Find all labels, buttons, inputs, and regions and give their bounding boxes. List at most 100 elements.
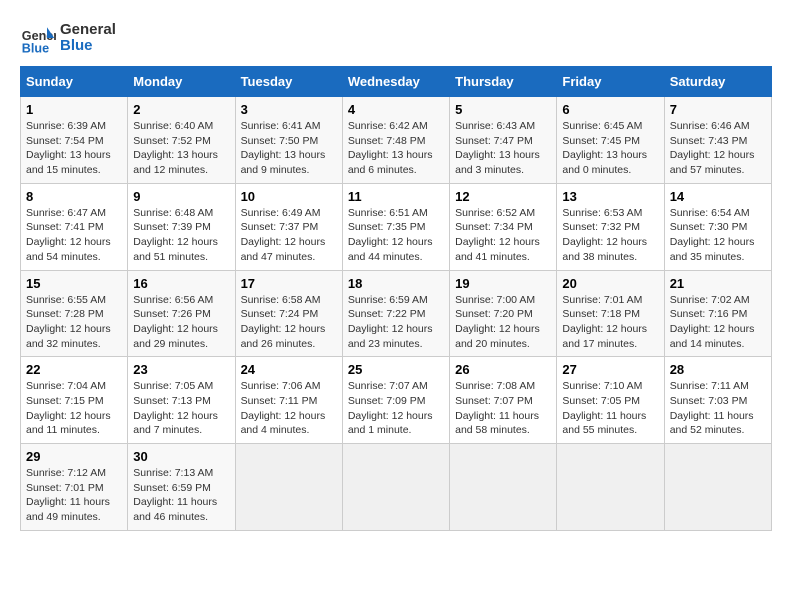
day-number: 18 [348,276,444,291]
day-number: 14 [670,189,766,204]
day-number: 28 [670,362,766,377]
calendar-cell: 8 Sunrise: 6:47 AMSunset: 7:41 PMDayligh… [21,183,128,270]
day-number: 3 [241,102,337,117]
day-info: Sunrise: 7:04 AMSunset: 7:15 PMDaylight:… [26,380,111,436]
calendar-cell: 11 Sunrise: 6:51 AMSunset: 7:35 PMDaylig… [342,183,449,270]
calendar-cell: 6 Sunrise: 6:45 AMSunset: 7:45 PMDayligh… [557,97,664,184]
day-info: Sunrise: 6:42 AMSunset: 7:48 PMDaylight:… [348,120,433,176]
calendar-table: SundayMondayTuesdayWednesdayThursdayFrid… [20,66,772,531]
day-number: 20 [562,276,658,291]
calendar-cell: 13 Sunrise: 6:53 AMSunset: 7:32 PMDaylig… [557,183,664,270]
day-info: Sunrise: 6:48 AMSunset: 7:39 PMDaylight:… [133,207,218,263]
day-info: Sunrise: 7:01 AMSunset: 7:18 PMDaylight:… [562,294,647,350]
day-info: Sunrise: 7:07 AMSunset: 7:09 PMDaylight:… [348,380,433,436]
day-info: Sunrise: 7:08 AMSunset: 7:07 PMDaylight:… [455,380,539,436]
logo-blue: Blue [60,38,116,55]
calendar-cell: 30 Sunrise: 7:13 AMSunset: 6:59 PMDaylig… [128,444,235,531]
day-info: Sunrise: 7:05 AMSunset: 7:13 PMDaylight:… [133,380,218,436]
calendar-cell: 9 Sunrise: 6:48 AMSunset: 7:39 PMDayligh… [128,183,235,270]
day-info: Sunrise: 6:51 AMSunset: 7:35 PMDaylight:… [348,207,433,263]
week-row-5: 29 Sunrise: 7:12 AMSunset: 7:01 PMDaylig… [21,444,772,531]
calendar-cell: 3 Sunrise: 6:41 AMSunset: 7:50 PMDayligh… [235,97,342,184]
day-info: Sunrise: 6:46 AMSunset: 7:43 PMDaylight:… [670,120,755,176]
calendar-cell: 18 Sunrise: 6:59 AMSunset: 7:22 PMDaylig… [342,270,449,357]
day-info: Sunrise: 6:41 AMSunset: 7:50 PMDaylight:… [241,120,326,176]
page-header: General Blue General Blue [20,20,772,56]
day-number: 22 [26,362,122,377]
calendar-cell: 23 Sunrise: 7:05 AMSunset: 7:13 PMDaylig… [128,357,235,444]
calendar-cell: 4 Sunrise: 6:42 AMSunset: 7:48 PMDayligh… [342,97,449,184]
day-number: 5 [455,102,551,117]
day-info: Sunrise: 6:49 AMSunset: 7:37 PMDaylight:… [241,207,326,263]
logo-icon: General Blue [20,20,56,56]
calendar-cell: 21 Sunrise: 7:02 AMSunset: 7:16 PMDaylig… [664,270,771,357]
calendar-cell: 15 Sunrise: 6:55 AMSunset: 7:28 PMDaylig… [21,270,128,357]
day-info: Sunrise: 6:53 AMSunset: 7:32 PMDaylight:… [562,207,647,263]
calendar-cell: 27 Sunrise: 7:10 AMSunset: 7:05 PMDaylig… [557,357,664,444]
calendar-cell: 17 Sunrise: 6:58 AMSunset: 7:24 PMDaylig… [235,270,342,357]
calendar-cell: 26 Sunrise: 7:08 AMSunset: 7:07 PMDaylig… [450,357,557,444]
day-number: 29 [26,449,122,464]
calendar-cell: 20 Sunrise: 7:01 AMSunset: 7:18 PMDaylig… [557,270,664,357]
day-info: Sunrise: 6:59 AMSunset: 7:22 PMDaylight:… [348,294,433,350]
day-number: 8 [26,189,122,204]
day-number: 27 [562,362,658,377]
calendar-cell: 25 Sunrise: 7:07 AMSunset: 7:09 PMDaylig… [342,357,449,444]
day-info: Sunrise: 6:39 AMSunset: 7:54 PMDaylight:… [26,120,111,176]
day-info: Sunrise: 6:40 AMSunset: 7:52 PMDaylight:… [133,120,218,176]
day-number: 1 [26,102,122,117]
weekday-header-friday: Friday [557,67,664,97]
week-row-3: 15 Sunrise: 6:55 AMSunset: 7:28 PMDaylig… [21,270,772,357]
calendar-cell: 16 Sunrise: 6:56 AMSunset: 7:26 PMDaylig… [128,270,235,357]
calendar-cell: 2 Sunrise: 6:40 AMSunset: 7:52 PMDayligh… [128,97,235,184]
day-info: Sunrise: 7:02 AMSunset: 7:16 PMDaylight:… [670,294,755,350]
week-row-2: 8 Sunrise: 6:47 AMSunset: 7:41 PMDayligh… [21,183,772,270]
weekday-header-wednesday: Wednesday [342,67,449,97]
day-number: 24 [241,362,337,377]
day-number: 19 [455,276,551,291]
weekday-header-thursday: Thursday [450,67,557,97]
calendar-cell: 7 Sunrise: 6:46 AMSunset: 7:43 PMDayligh… [664,97,771,184]
calendar-cell: 22 Sunrise: 7:04 AMSunset: 7:15 PMDaylig… [21,357,128,444]
day-number: 6 [562,102,658,117]
day-number: 9 [133,189,229,204]
day-number: 2 [133,102,229,117]
day-info: Sunrise: 6:47 AMSunset: 7:41 PMDaylight:… [26,207,111,263]
day-number: 10 [241,189,337,204]
day-info: Sunrise: 6:45 AMSunset: 7:45 PMDaylight:… [562,120,647,176]
day-info: Sunrise: 6:43 AMSunset: 7:47 PMDaylight:… [455,120,540,176]
calendar-cell: 12 Sunrise: 6:52 AMSunset: 7:34 PMDaylig… [450,183,557,270]
weekday-header-monday: Monday [128,67,235,97]
calendar-cell: 1 Sunrise: 6:39 AMSunset: 7:54 PMDayligh… [21,97,128,184]
calendar-cell [235,444,342,531]
day-info: Sunrise: 7:00 AMSunset: 7:20 PMDaylight:… [455,294,540,350]
day-number: 30 [133,449,229,464]
calendar-cell: 29 Sunrise: 7:12 AMSunset: 7:01 PMDaylig… [21,444,128,531]
day-info: Sunrise: 7:12 AMSunset: 7:01 PMDaylight:… [26,467,110,523]
day-info: Sunrise: 6:55 AMSunset: 7:28 PMDaylight:… [26,294,111,350]
day-number: 15 [26,276,122,291]
day-info: Sunrise: 7:06 AMSunset: 7:11 PMDaylight:… [241,380,326,436]
day-info: Sunrise: 6:52 AMSunset: 7:34 PMDaylight:… [455,207,540,263]
day-number: 25 [348,362,444,377]
calendar-cell: 19 Sunrise: 7:00 AMSunset: 7:20 PMDaylig… [450,270,557,357]
day-number: 23 [133,362,229,377]
calendar-cell [450,444,557,531]
week-row-1: 1 Sunrise: 6:39 AMSunset: 7:54 PMDayligh… [21,97,772,184]
logo: General Blue General Blue [20,20,116,56]
calendar-cell [557,444,664,531]
day-number: 12 [455,189,551,204]
day-info: Sunrise: 7:11 AMSunset: 7:03 PMDaylight:… [670,380,754,436]
calendar-cell: 10 Sunrise: 6:49 AMSunset: 7:37 PMDaylig… [235,183,342,270]
day-number: 16 [133,276,229,291]
day-number: 7 [670,102,766,117]
day-number: 26 [455,362,551,377]
day-info: Sunrise: 7:10 AMSunset: 7:05 PMDaylight:… [562,380,646,436]
calendar-cell: 14 Sunrise: 6:54 AMSunset: 7:30 PMDaylig… [664,183,771,270]
day-info: Sunrise: 6:56 AMSunset: 7:26 PMDaylight:… [133,294,218,350]
day-number: 4 [348,102,444,117]
calendar-cell [664,444,771,531]
svg-text:Blue: Blue [22,41,49,55]
day-number: 11 [348,189,444,204]
day-info: Sunrise: 6:54 AMSunset: 7:30 PMDaylight:… [670,207,755,263]
